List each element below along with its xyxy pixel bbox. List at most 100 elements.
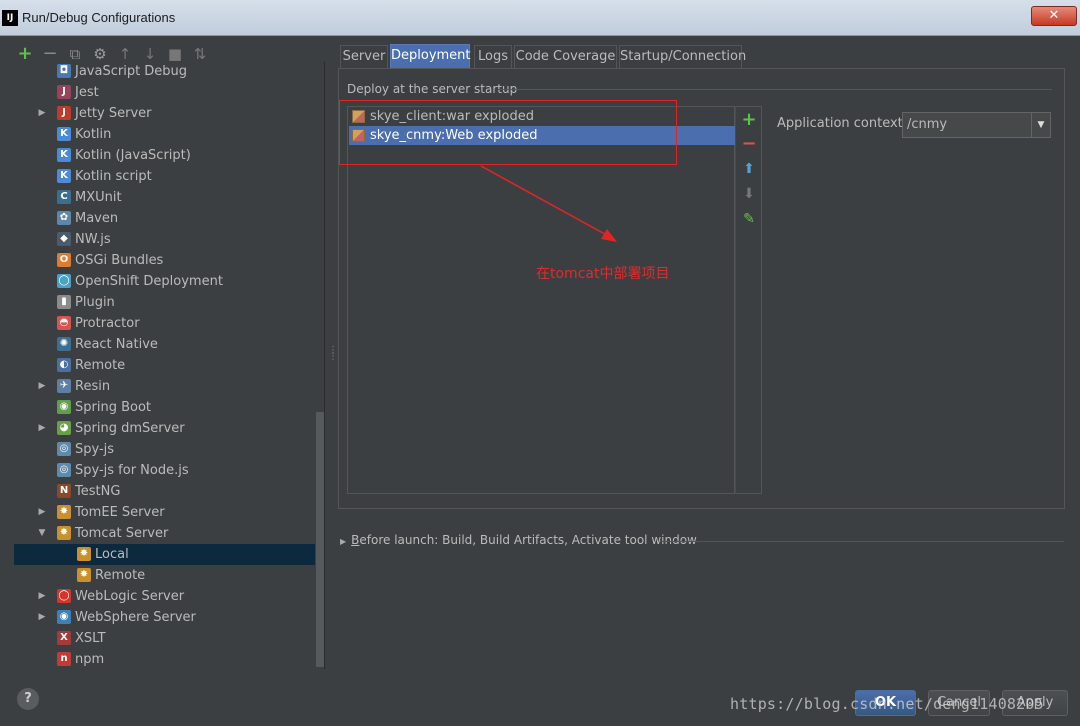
tree-item[interactable]: ✺ React Native	[14, 334, 315, 355]
npm-icon: n	[57, 652, 71, 666]
remove-config-icon[interactable]: −	[41, 44, 59, 64]
tree-item-label: OSGi Bundles	[75, 253, 164, 268]
kotlin-script-icon: K	[57, 169, 71, 183]
edit-defaults-icon[interactable]: ⚙	[91, 44, 109, 64]
tree-item[interactable]: ◯ OpenShift Deployment	[14, 271, 315, 292]
tree-item[interactable]: ▶ ◯ WebLogic Server	[14, 586, 315, 607]
tree-item[interactable]: C MXUnit	[14, 187, 315, 208]
tree-item[interactable]: ◘ JavaScript Debug	[14, 62, 315, 82]
tree-item[interactable]: ▶ ✈ Resin	[14, 376, 315, 397]
expand-arrow-icon[interactable]: ▶	[340, 537, 346, 546]
tree-item-label: TomEE Server	[75, 505, 165, 520]
jest-icon: J	[57, 85, 71, 99]
tree-item[interactable]: ▶ J Jetty Server	[14, 103, 315, 124]
tree-item-label: Local	[95, 547, 129, 562]
openshift-icon: ◯	[57, 274, 71, 288]
section-divider	[498, 89, 1052, 90]
tree-item-label: Protractor	[75, 316, 140, 331]
tree-item[interactable]: ▶ ◕ Spring dmServer	[14, 418, 315, 439]
tab-startup-connection[interactable]: Startup/Connection	[619, 45, 746, 68]
tree-item[interactable]: N TestNG	[14, 481, 315, 502]
tree-item-label: Plugin	[75, 295, 115, 310]
tree-item[interactable]: K Kotlin	[14, 124, 315, 145]
tree-item[interactable]: ▶ ◉ WebSphere Server	[14, 607, 315, 628]
tree-item-label: WebSphere Server	[75, 610, 196, 625]
collapse-arrow-icon[interactable]: ▼	[36, 523, 48, 544]
help-icon[interactable]: ?	[17, 688, 39, 710]
testng-icon: N	[57, 484, 71, 498]
splitter-handle[interactable]: ⋮ ⋮	[328, 346, 338, 366]
tree-item-label: MXUnit	[75, 190, 122, 205]
move-down-icon[interactable]: ⬇	[741, 185, 757, 203]
tree-item-label: Spy-js for Node.js	[75, 463, 189, 478]
react-icon: ✺	[57, 337, 71, 351]
expand-arrow-icon[interactable]: ▶	[36, 418, 48, 439]
title-bar: IJ Run/Debug Configurations ✕	[0, 0, 1080, 36]
tree-item-label: React Native	[75, 337, 158, 352]
tree-item-label: Spring Boot	[75, 400, 152, 415]
folder-icon[interactable]: ■	[166, 44, 184, 64]
tree-item[interactable]: ▶ ✸ TomEE Server	[14, 502, 315, 523]
tree-item[interactable]: ◉ Spring Boot	[14, 397, 315, 418]
annotation-text: 在tomcat中部署项目	[536, 266, 670, 282]
before-launch-section[interactable]: ▶ Before launch: Build, Build Artifacts, …	[340, 533, 697, 547]
tomcat-remote-icon: ✸	[77, 568, 91, 582]
tree-item[interactable]: ◓ Protractor	[14, 313, 315, 334]
tree-item[interactable]: X XSLT	[14, 628, 315, 649]
window-title: Run/Debug Configurations	[22, 10, 176, 25]
tree-item[interactable]: ✸ Remote	[14, 565, 315, 586]
tree-item[interactable]: K Kotlin (JavaScript)	[14, 145, 315, 166]
tree-item-label: NW.js	[75, 232, 111, 247]
tree-item-label: OpenShift Deployment	[75, 274, 223, 289]
dropdown-arrow-icon[interactable]: ▼	[1031, 113, 1050, 137]
move-down-icon[interactable]: ↓	[141, 44, 159, 64]
spyjs-icon: ◎	[57, 442, 71, 456]
add-artifact-icon[interactable]: +	[741, 111, 757, 129]
deploy-section-label: Deploy at the server startup	[347, 82, 518, 96]
tree-item[interactable]: ✸ Local	[14, 544, 315, 565]
tree-item-label: Kotlin	[75, 127, 112, 142]
tree-item[interactable]: ◆ NW.js	[14, 229, 315, 250]
tree-item-label: Jetty Server	[75, 106, 152, 121]
tree-item-label: TestNG	[75, 484, 121, 499]
expand-arrow-icon[interactable]: ▶	[36, 607, 48, 628]
config-tree: ◘ JavaScript Debug J Jest ▶ J Jetty Server K Kot…	[14, 62, 325, 669]
tab-server[interactable]: Server	[340, 45, 388, 68]
tree-item[interactable]: n npm	[14, 649, 315, 669]
tree-item[interactable]: ▼ ✸ Tomcat Server	[14, 523, 315, 544]
expand-arrow-icon[interactable]: ▶	[36, 103, 48, 124]
remove-artifact-icon[interactable]: −	[741, 135, 757, 153]
tree-item[interactable]: ◎ Spy-js	[14, 439, 315, 460]
expand-arrow-icon[interactable]: ▶	[36, 502, 48, 523]
expand-arrow-icon[interactable]: ▶	[36, 376, 48, 397]
tree-item-label: JavaScript Debug	[75, 64, 188, 79]
sort-icon[interactable]: ⇅	[191, 44, 209, 64]
add-config-icon[interactable]: +	[16, 44, 34, 64]
close-window-button[interactable]: ✕	[1031, 6, 1077, 26]
expand-arrow-icon[interactable]: ▶	[36, 586, 48, 607]
tree-item[interactable]: ▮ Plugin	[14, 292, 315, 313]
tree-item[interactable]: K Kotlin script	[14, 166, 315, 187]
move-up-icon[interactable]: ↑	[116, 44, 134, 64]
tree-item[interactable]: O OSGi Bundles	[14, 250, 315, 271]
edit-artifact-icon[interactable]: ✎	[741, 210, 757, 228]
spyjs-node-icon: ◎	[57, 463, 71, 477]
tree-item[interactable]: ◐ Remote	[14, 355, 315, 376]
tree-item[interactable]: J Jest	[14, 82, 315, 103]
tab-deployment[interactable]: Deployment	[390, 44, 471, 68]
app-context-combobox[interactable]: /cnmy ▼	[902, 112, 1051, 138]
tree-item-label: Kotlin script	[75, 169, 152, 184]
tab-code-coverage[interactable]: Code Coverage	[514, 45, 617, 68]
tree-item[interactable]: ◎ Spy-js for Node.js	[14, 460, 315, 481]
before-launch-divider	[660, 541, 1064, 542]
tab-logs[interactable]: Logs	[474, 45, 512, 68]
tree-item[interactable]: ✿ Maven	[14, 208, 315, 229]
move-up-icon[interactable]: ⬆	[741, 160, 757, 178]
maven-icon: ✿	[57, 211, 71, 225]
copy-config-icon[interactable]: ⧉	[66, 44, 84, 64]
intellij-app-icon: IJ	[2, 10, 18, 26]
app-context-label: Application context:	[777, 116, 908, 131]
kotlin-js-icon: K	[57, 148, 71, 162]
tree-scrollbar[interactable]	[316, 412, 324, 667]
tree-item-label: Jest	[75, 85, 99, 100]
